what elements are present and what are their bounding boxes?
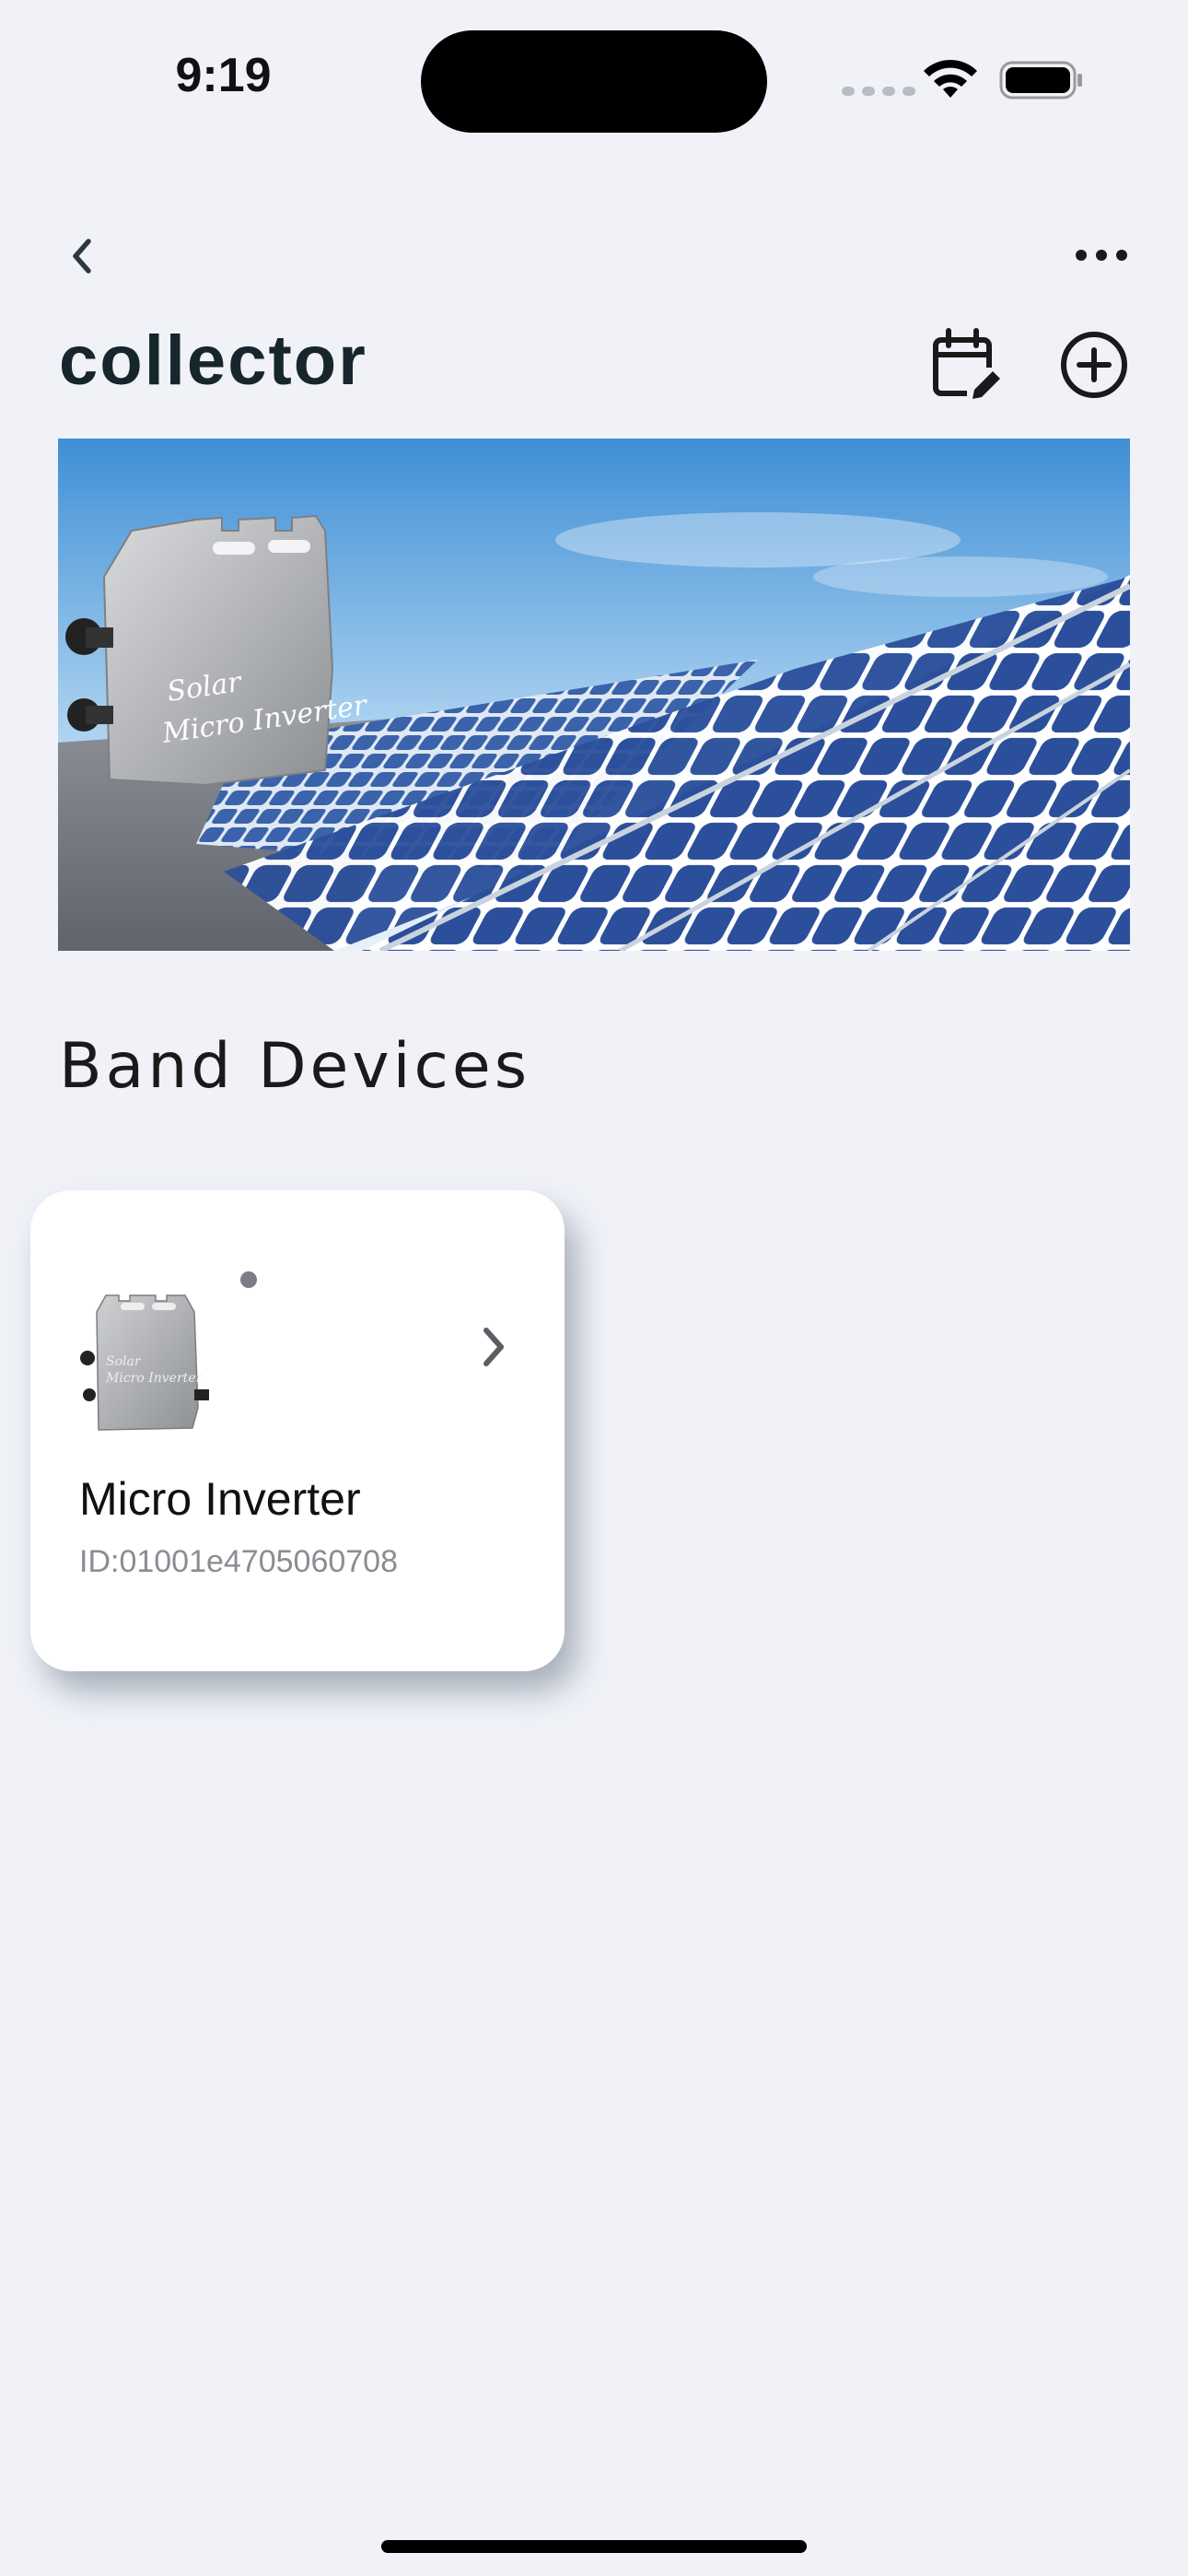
home-indicator[interactable]	[381, 2540, 807, 2553]
add-device-button[interactable]	[1057, 328, 1131, 402]
page-title: collector	[59, 322, 367, 400]
solar-banner-image: Solar Micro Inverter	[58, 439, 1130, 951]
battery-icon	[999, 61, 1082, 100]
section-title: Band Devices	[59, 1030, 531, 1103]
screen: 9:19 collector Solar Micro Inverter Band…	[0, 0, 1188, 2576]
thumb-label-micro-inverter: Micro Inverter	[105, 1371, 204, 1386]
back-button[interactable]	[55, 228, 111, 284]
device-status-dot	[240, 1271, 257, 1288]
device-id: ID:01001e4705060708	[79, 1544, 398, 1579]
status-time: 9:19	[175, 49, 272, 102]
chevron-right-icon[interactable]	[471, 1319, 517, 1375]
device-card[interactable]: Solar Micro Inverter Micro Inverter ID:0…	[30, 1190, 565, 1671]
device-name: Micro Inverter	[79, 1473, 361, 1525]
wifi-icon	[924, 59, 977, 98]
calendar-edit-icon[interactable]	[930, 327, 1006, 403]
micro-inverter-thumbnail: Solar Micro Inverter	[80, 1294, 209, 1431]
cellular-signal-icon	[842, 87, 915, 96]
more-options-button[interactable]	[1068, 232, 1135, 278]
thumb-label-solar: Solar	[106, 1354, 142, 1369]
dynamic-island	[421, 30, 767, 133]
